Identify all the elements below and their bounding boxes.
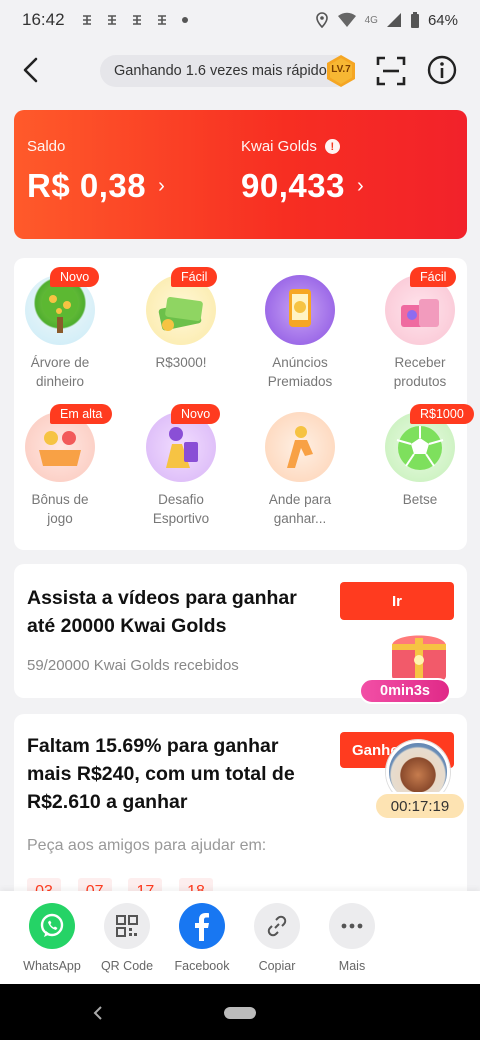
grid-tag: Fácil	[410, 267, 457, 287]
grid-item-bonus-jogo[interactable]: Em alta Bônus de jogo	[10, 404, 113, 528]
more-notifications-dot-icon	[181, 17, 188, 23]
golds-block[interactable]: Kwai Golds ! 90,433 ›	[241, 138, 364, 205]
whatsapp-icon	[29, 903, 75, 949]
grid-label-line2: ganhar...	[273, 511, 327, 526]
treasure-chest-icon[interactable]	[384, 624, 454, 684]
earning-speed-text: Ganhando 1.6 vezes mais rápido	[114, 63, 327, 79]
battery-percent: 64%	[427, 11, 458, 29]
more-dots-icon	[329, 903, 375, 949]
nav-back-icon[interactable]	[92, 1004, 104, 1022]
grid-label-line2: dinheiro	[35, 374, 85, 389]
grid-label-line1: Anúncios	[272, 355, 328, 370]
watch-timer: 0min3s	[359, 678, 451, 704]
grid-item-ande-ganhar[interactable]: Ande para ganhar...	[250, 412, 350, 528]
saldo-block[interactable]: Saldo R$ 0,38 ›	[27, 138, 165, 205]
watch-title: Assista a vídeos para ganhar até 20000 K…	[27, 587, 297, 637]
grid-label-line1: Betse	[402, 492, 438, 507]
top-bar: Ganhando 1.6 vezes mais rápido LV.7	[0, 40, 480, 102]
saldo-value: R$ 0,38	[27, 167, 147, 204]
status-bar: 16:42 4G 64%	[0, 0, 480, 40]
grid-item-r3000[interactable]: Fácil R$3000!	[131, 267, 231, 372]
level-text: LV.7	[331, 64, 351, 75]
grid-tag: Novo	[171, 404, 221, 424]
grid-label-line2: Esportivo	[152, 511, 210, 526]
goal-title: Faltam 15.69% para ganhar mais R$240, co…	[27, 735, 295, 813]
grid-label-line2: produtos	[393, 374, 447, 389]
nav-home-pill[interactable]	[224, 1007, 256, 1019]
share-label: WhatsApp	[23, 959, 81, 973]
grid-item-anuncios[interactable]: Anúncios Premiados	[250, 275, 350, 391]
grid-tag: Novo	[50, 267, 100, 287]
goal-timer: 00:17:19	[374, 792, 466, 820]
earning-speed-pill[interactable]: Ganhando 1.6 vezes mais rápido	[100, 55, 352, 87]
share-label: Mais	[338, 959, 366, 973]
back-arrow-icon[interactable]	[16, 54, 48, 86]
share-whatsapp[interactable]: WhatsApp	[17, 903, 87, 973]
ask-friends-text: Peça aos amigos para ajudar em:	[27, 837, 267, 854]
grid-label-line1: Árvore de	[30, 355, 90, 370]
location-icon	[315, 12, 328, 28]
grid-label-line1: Receber	[394, 355, 446, 370]
go-button[interactable]: Ir	[340, 582, 454, 620]
system-nav-bar	[0, 984, 480, 1040]
status-time: 16:42	[22, 10, 65, 29]
grid-tag: Fácil	[171, 267, 218, 287]
grid-label-line1: Desafio	[158, 492, 204, 507]
share-more[interactable]: Mais	[317, 903, 387, 973]
grid-label-line2: jogo	[47, 511, 73, 526]
grid-item-desafio-esportivo[interactable]: Novo Desafio Esportivo	[131, 404, 231, 528]
wifi-icon	[337, 12, 356, 27]
notification-icons	[81, 14, 189, 26]
grid-tag: R$1000	[410, 404, 474, 424]
grid-item-betse[interactable]: R$1000 Betse	[370, 404, 474, 509]
golds-value: 90,433	[241, 167, 345, 204]
share-qrcode[interactable]: QR Code	[92, 903, 162, 973]
facebook-icon	[179, 903, 225, 949]
grid-label-line1: Ande para	[268, 492, 332, 507]
notification-icon	[132, 15, 141, 25]
chevron-right-icon: ›	[158, 174, 166, 197]
golds-info-icon[interactable]: !	[324, 139, 340, 154]
saldo-label: Saldo	[27, 138, 66, 155]
share-facebook[interactable]: Facebook	[167, 903, 237, 973]
grid-item-receber-produtos[interactable]: Fácil Receber produtos	[370, 267, 470, 391]
grid-label-line1: Bônus de	[31, 492, 89, 507]
notification-icon	[157, 15, 166, 25]
phone-coin-icon	[265, 275, 335, 345]
golds-label: Kwai Golds	[241, 138, 317, 155]
share-label: QR Code	[100, 959, 154, 973]
grid-label-line1: R$3000!	[155, 355, 207, 370]
grid-item-money-tree[interactable]: Novo Árvore de dinheiro	[10, 267, 110, 391]
chevron-right-icon: ›	[356, 174, 365, 197]
info-icon[interactable]	[426, 54, 458, 86]
status-right: 4G 64%	[315, 11, 458, 29]
link-icon	[254, 903, 300, 949]
scan-icon[interactable]	[374, 54, 408, 88]
qr-code-icon	[104, 903, 150, 949]
balance-card: Saldo R$ 0,38 › Kwai Golds ! 90,433 ›	[14, 110, 467, 239]
signal-icon	[386, 13, 401, 27]
battery-icon	[410, 11, 419, 28]
share-label: Copiar	[258, 959, 296, 973]
notification-icon	[107, 15, 116, 25]
watch-progress: 59/20000 Kwai Golds recebidos	[27, 657, 239, 674]
network-type: 4G	[364, 14, 378, 26]
grid-label-line2: Premiados	[267, 374, 333, 389]
level-badge[interactable]: LV.7	[324, 54, 358, 88]
share-label: Facebook	[174, 959, 230, 973]
grid-tag: Em alta	[50, 404, 113, 424]
features-grid: Novo Árvore de dinheiro Fácil R$3000! Anú…	[14, 258, 474, 550]
walking-icon	[265, 412, 335, 482]
share-bar: WhatsApp QR Code Facebook Copiar Mais	[0, 891, 480, 984]
share-copy[interactable]: Copiar	[242, 903, 312, 973]
notification-icon	[82, 15, 91, 25]
